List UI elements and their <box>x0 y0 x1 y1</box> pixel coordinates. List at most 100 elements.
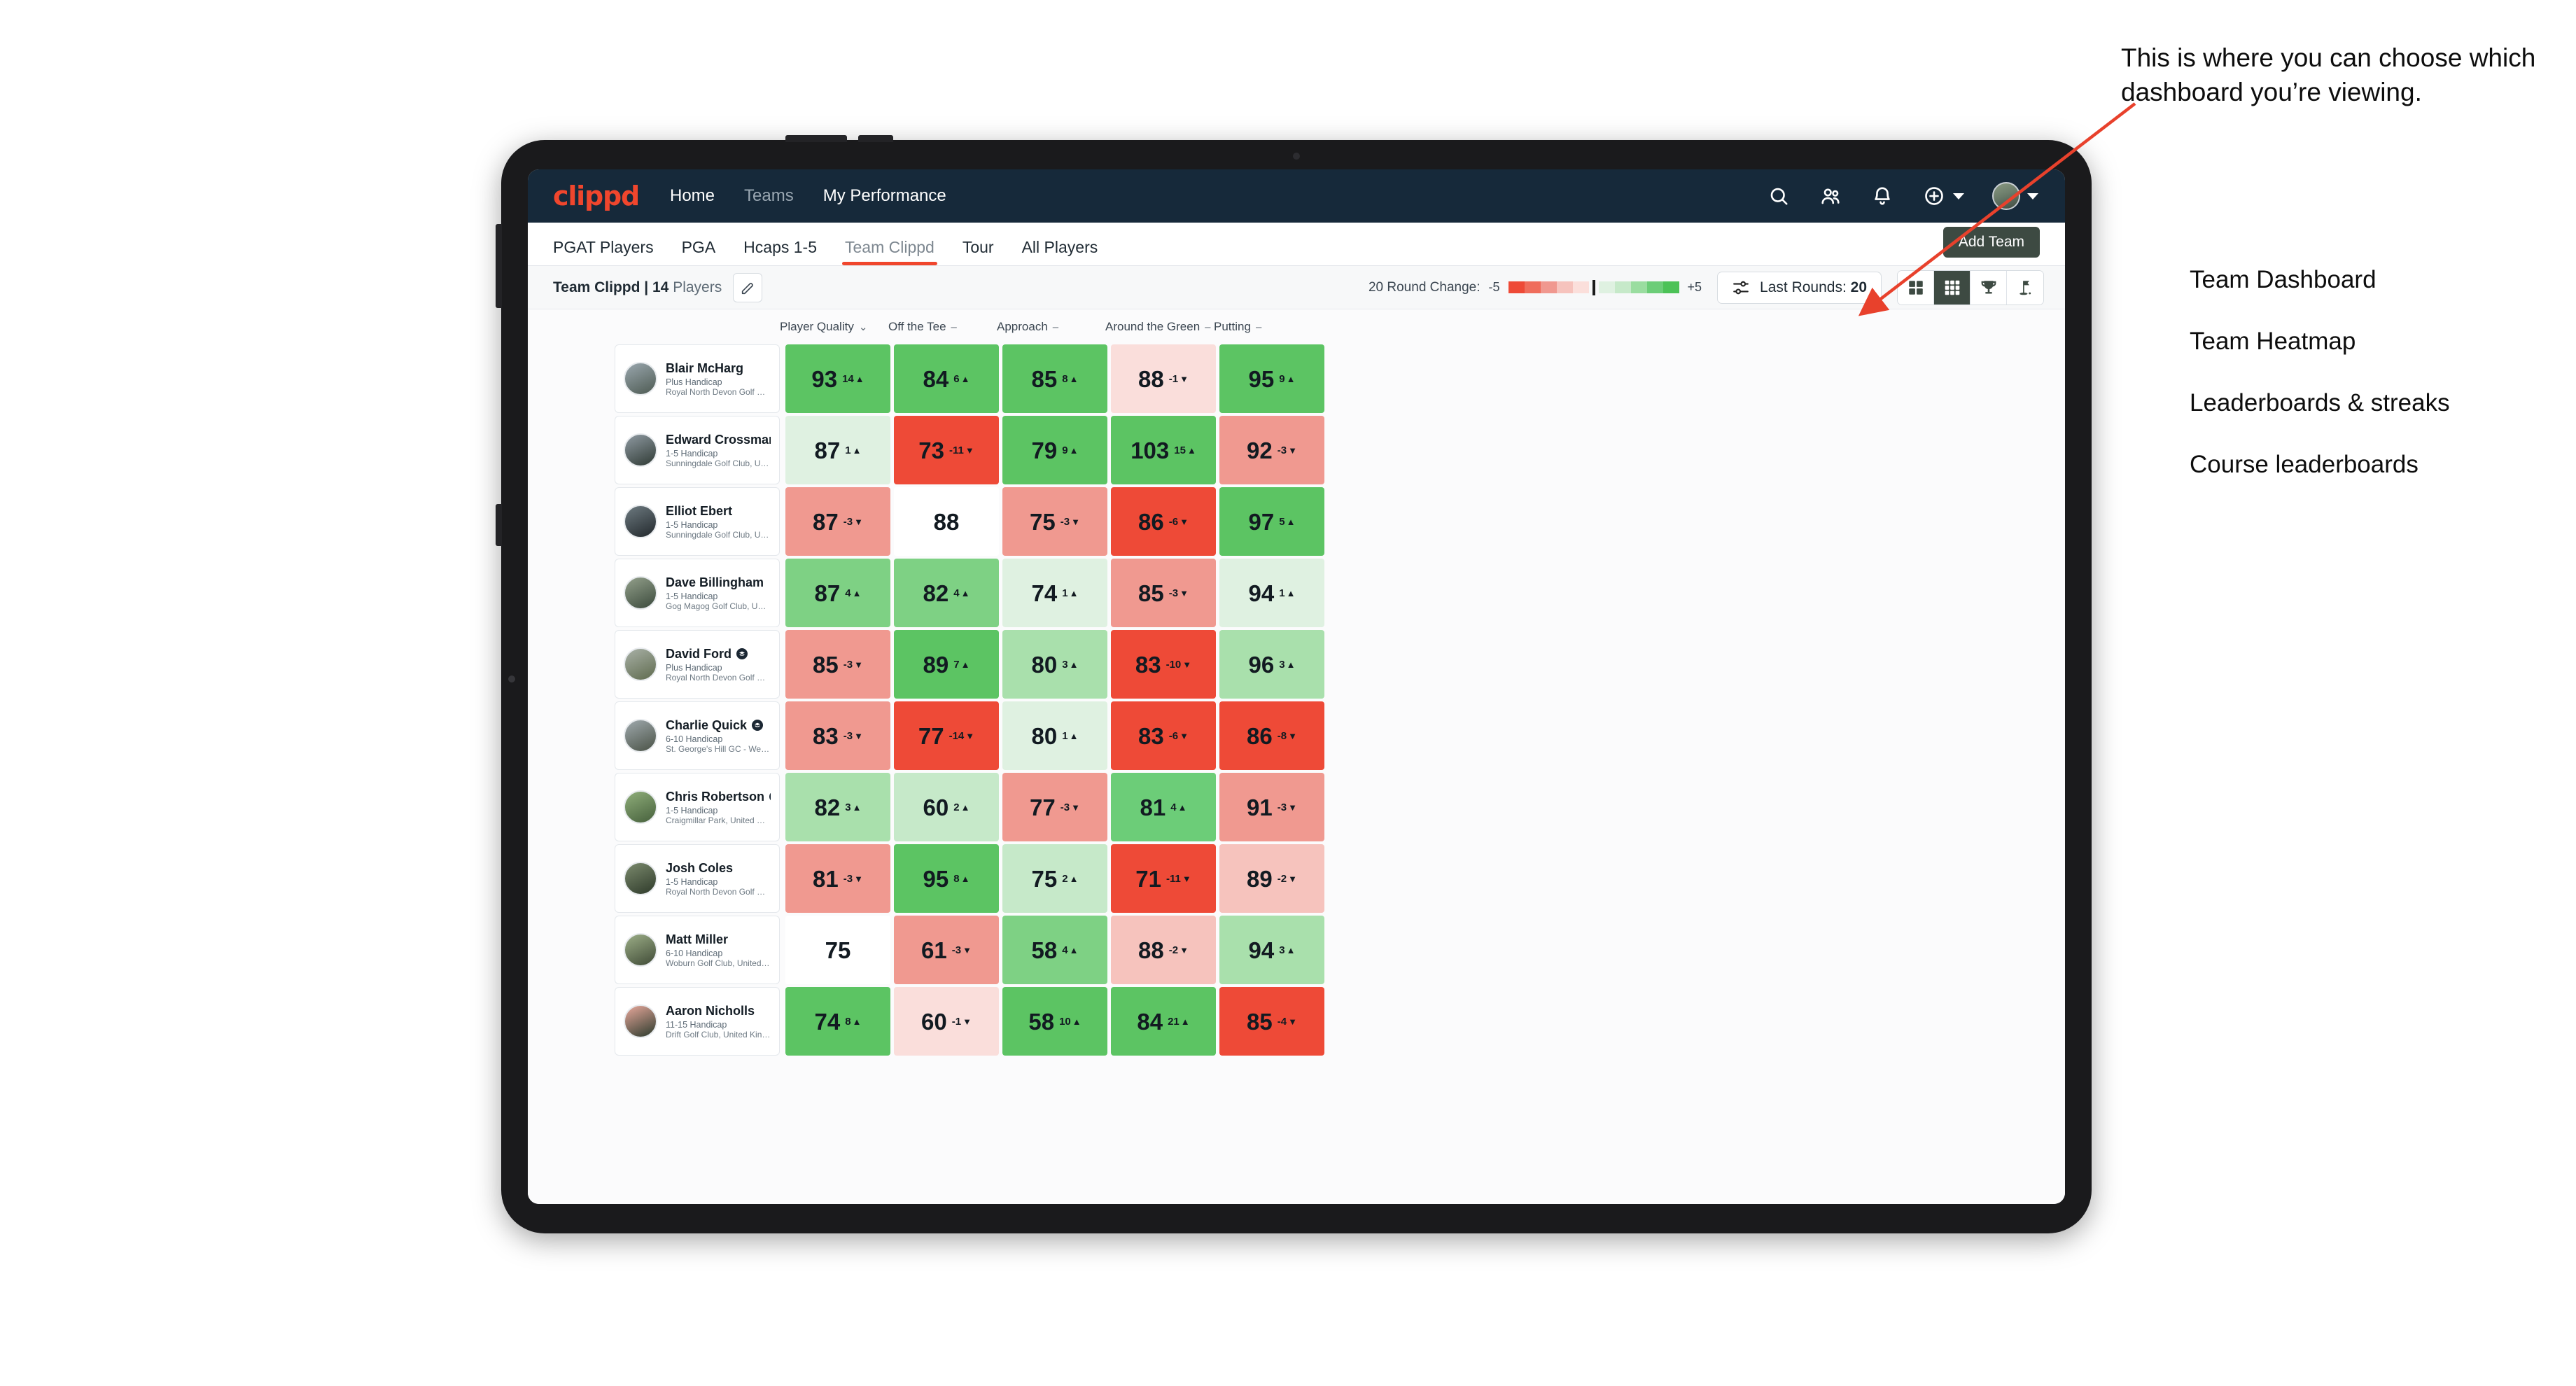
table-row[interactable]: Chris Robertson 1-5 Handicap Craigmillar P… <box>528 773 2065 841</box>
score-cell[interactable]: 58 10 ▲ <box>1002 987 1107 1056</box>
table-row[interactable]: David Ford Plus Handicap Royal North Devon… <box>528 630 2065 699</box>
player-card[interactable]: Matt Miller 6-10 Handicap Woburn Golf Club… <box>615 916 780 984</box>
score-cell[interactable]: 83 -10 ▼ <box>1111 630 1216 699</box>
score-cell[interactable]: 91 -3 ▼ <box>1219 773 1324 841</box>
score-value: 81 <box>813 865 839 892</box>
score-value: 75 <box>1031 865 1058 892</box>
score-cell[interactable]: 71 -11 ▼ <box>1111 844 1216 913</box>
score-cell[interactable]: 87 4 ▲ <box>785 559 890 627</box>
player-card[interactable]: Josh Coles 1-5 Handicap Royal North Devon … <box>615 844 780 913</box>
tab-team-clippd[interactable]: Team Clippd <box>842 238 937 265</box>
score-cell[interactable]: 81 -3 ▼ <box>785 844 890 913</box>
score-cell[interactable]: 86 -8 ▼ <box>1219 701 1324 770</box>
score-delta: -3 ▼ <box>844 873 863 885</box>
table-row[interactable]: Dave Billingham 1-5 Handicap Gog Magog Gol… <box>528 559 2065 627</box>
score-cell[interactable]: 85 -3 ▼ <box>785 630 890 699</box>
nav-link-my-performance[interactable]: My Performance <box>823 186 946 206</box>
player-name-text: Aaron Nicholls <box>666 1003 755 1018</box>
score-cell[interactable]: 89 7 ▲ <box>894 630 999 699</box>
graduation-cap-badge-icon <box>752 720 764 731</box>
arrow-up-icon: ▲ <box>960 659 970 670</box>
player-card[interactable]: Dave Billingham 1-5 Handicap Gog Magog Gol… <box>615 559 780 627</box>
score-value: 103 <box>1130 437 1170 463</box>
score-cell[interactable]: 87 -3 ▼ <box>785 487 890 556</box>
score-cell[interactable]: 88 -1 ▼ <box>1111 344 1216 413</box>
score-cell[interactable]: 85 8 ▲ <box>1002 344 1107 413</box>
device-power-button <box>496 504 502 546</box>
score-cell[interactable]: 94 1 ▲ <box>1219 559 1324 627</box>
player-card[interactable]: Chris Robertson 1-5 Handicap Craigmillar P… <box>615 773 780 841</box>
edit-team-button[interactable] <box>733 272 763 302</box>
tab-all-players[interactable]: All Players <box>1022 238 1098 265</box>
score-delta: 7 ▲ <box>953 659 969 671</box>
score-cell[interactable]: 96 3 ▲ <box>1219 630 1324 699</box>
tab-hcaps-1-5[interactable]: Hcaps 1-5 <box>743 238 817 265</box>
score-cell[interactable]: 103 15 ▲ <box>1111 416 1216 484</box>
clippd-logo[interactable]: clippd <box>553 181 640 211</box>
search-icon[interactable] <box>1767 184 1791 208</box>
player-card[interactable]: Blair McHarg Plus Handicap Royal North Dev… <box>615 344 780 413</box>
column-header-putting[interactable]: Putting – <box>1214 320 1322 334</box>
score-cell[interactable]: 85 -4 ▼ <box>1219 987 1324 1056</box>
score-cell[interactable]: 79 9 ▲ <box>1002 416 1107 484</box>
score-cell[interactable]: 85 -3 ▼ <box>1111 559 1216 627</box>
score-cell[interactable]: 82 4 ▲ <box>894 559 999 627</box>
tab-pga[interactable]: PGA <box>682 238 716 265</box>
score-cell[interactable]: 74 8 ▲ <box>785 987 890 1056</box>
score-cell[interactable]: 89 -2 ▼ <box>1219 844 1324 913</box>
score-cell[interactable]: 93 14 ▲ <box>785 344 890 413</box>
score-cell[interactable]: 88 -2 ▼ <box>1111 916 1216 984</box>
score-cell[interactable]: 83 -3 ▼ <box>785 701 890 770</box>
score-cell[interactable]: 84 6 ▲ <box>894 344 999 413</box>
player-card[interactable]: Edward Crossman 1-5 Handicap Sunningdale G… <box>615 416 780 484</box>
score-value: 95 <box>1248 365 1275 392</box>
table-row[interactable]: Josh Coles 1-5 Handicap Royal North Devon … <box>528 844 2065 913</box>
score-cell[interactable]: 86 -6 ▼ <box>1111 487 1216 556</box>
table-row[interactable]: Matt Miller 6-10 Handicap Woburn Golf Club… <box>528 916 2065 984</box>
table-row[interactable]: Aaron Nicholls 11-15 Handicap Drift Golf C… <box>528 987 2065 1056</box>
score-cell[interactable]: 97 5 ▲ <box>1219 487 1324 556</box>
tab-pgat-players[interactable]: PGAT Players <box>553 238 654 265</box>
table-row[interactable]: Blair McHarg Plus Handicap Royal North Dev… <box>528 344 2065 413</box>
score-cell[interactable]: 60 -1 ▼ <box>894 987 999 1056</box>
nav-link-home[interactable]: Home <box>670 186 715 206</box>
column-header-off-the-tee[interactable]: Off the Tee – <box>888 320 997 334</box>
column-header-approach[interactable]: Approach – <box>997 320 1105 334</box>
score-cell[interactable]: 77 -14 ▼ <box>894 701 999 770</box>
score-cell[interactable]: 82 3 ▲ <box>785 773 890 841</box>
score-cell[interactable]: 80 3 ▲ <box>1002 630 1107 699</box>
nav-link-teams[interactable]: Teams <box>744 186 794 206</box>
score-cell[interactable]: 94 3 ▲ <box>1219 916 1324 984</box>
score-cell[interactable]: 81 4 ▲ <box>1111 773 1216 841</box>
column-header-player-quality[interactable]: Player Quality ⌄ <box>780 320 888 334</box>
player-card[interactable]: Elliot Ebert 1-5 Handicap Sunningdale Golf… <box>615 487 780 556</box>
tab-tour[interactable]: Tour <box>962 238 994 265</box>
score-cell[interactable]: 75 -3 ▼ <box>1002 487 1107 556</box>
score-cell[interactable]: 92 -3 ▼ <box>1219 416 1324 484</box>
score-cell[interactable]: 88 <box>894 487 999 556</box>
arrow-up-icon: ▲ <box>1286 516 1296 527</box>
score-cell[interactable]: 61 -3 ▼ <box>894 916 999 984</box>
table-row[interactable]: Edward Crossman 1-5 Handicap Sunningdale G… <box>528 416 2065 484</box>
column-header-around-the-green[interactable]: Around the Green – <box>1105 320 1214 334</box>
score-cell[interactable]: 80 1 ▲ <box>1002 701 1107 770</box>
score-cell[interactable]: 75 <box>785 916 890 984</box>
score-cell[interactable]: 74 1 ▲ <box>1002 559 1107 627</box>
score-cell[interactable]: 77 -3 ▼ <box>1002 773 1107 841</box>
score-delta: -11 ▼ <box>1166 873 1191 885</box>
player-card[interactable]: Charlie Quick 6-10 Handicap St. George's H… <box>615 701 780 770</box>
table-row[interactable]: Elliot Ebert 1-5 Handicap Sunningdale Golf… <box>528 487 2065 556</box>
player-card[interactable]: Aaron Nicholls 11-15 Handicap Drift Golf C… <box>615 987 780 1056</box>
table-row[interactable]: Charlie Quick 6-10 Handicap St. George's H… <box>528 701 2065 770</box>
score-cell[interactable]: 87 1 ▲ <box>785 416 890 484</box>
score-cell[interactable]: 84 21 ▲ <box>1111 987 1216 1056</box>
score-cell[interactable]: 75 2 ▲ <box>1002 844 1107 913</box>
player-card[interactable]: David Ford Plus Handicap Royal North Devon… <box>615 630 780 699</box>
score-cell[interactable]: 60 2 ▲ <box>894 773 999 841</box>
score-cell[interactable]: 58 4 ▲ <box>1002 916 1107 984</box>
score-cell[interactable]: 83 -6 ▼ <box>1111 701 1216 770</box>
score-cell[interactable]: 73 -11 ▼ <box>894 416 999 484</box>
player-info: Charlie Quick 6-10 Handicap St. George's H… <box>666 718 771 754</box>
score-cell[interactable]: 95 8 ▲ <box>894 844 999 913</box>
score-cell[interactable]: 95 9 ▲ <box>1219 344 1324 413</box>
